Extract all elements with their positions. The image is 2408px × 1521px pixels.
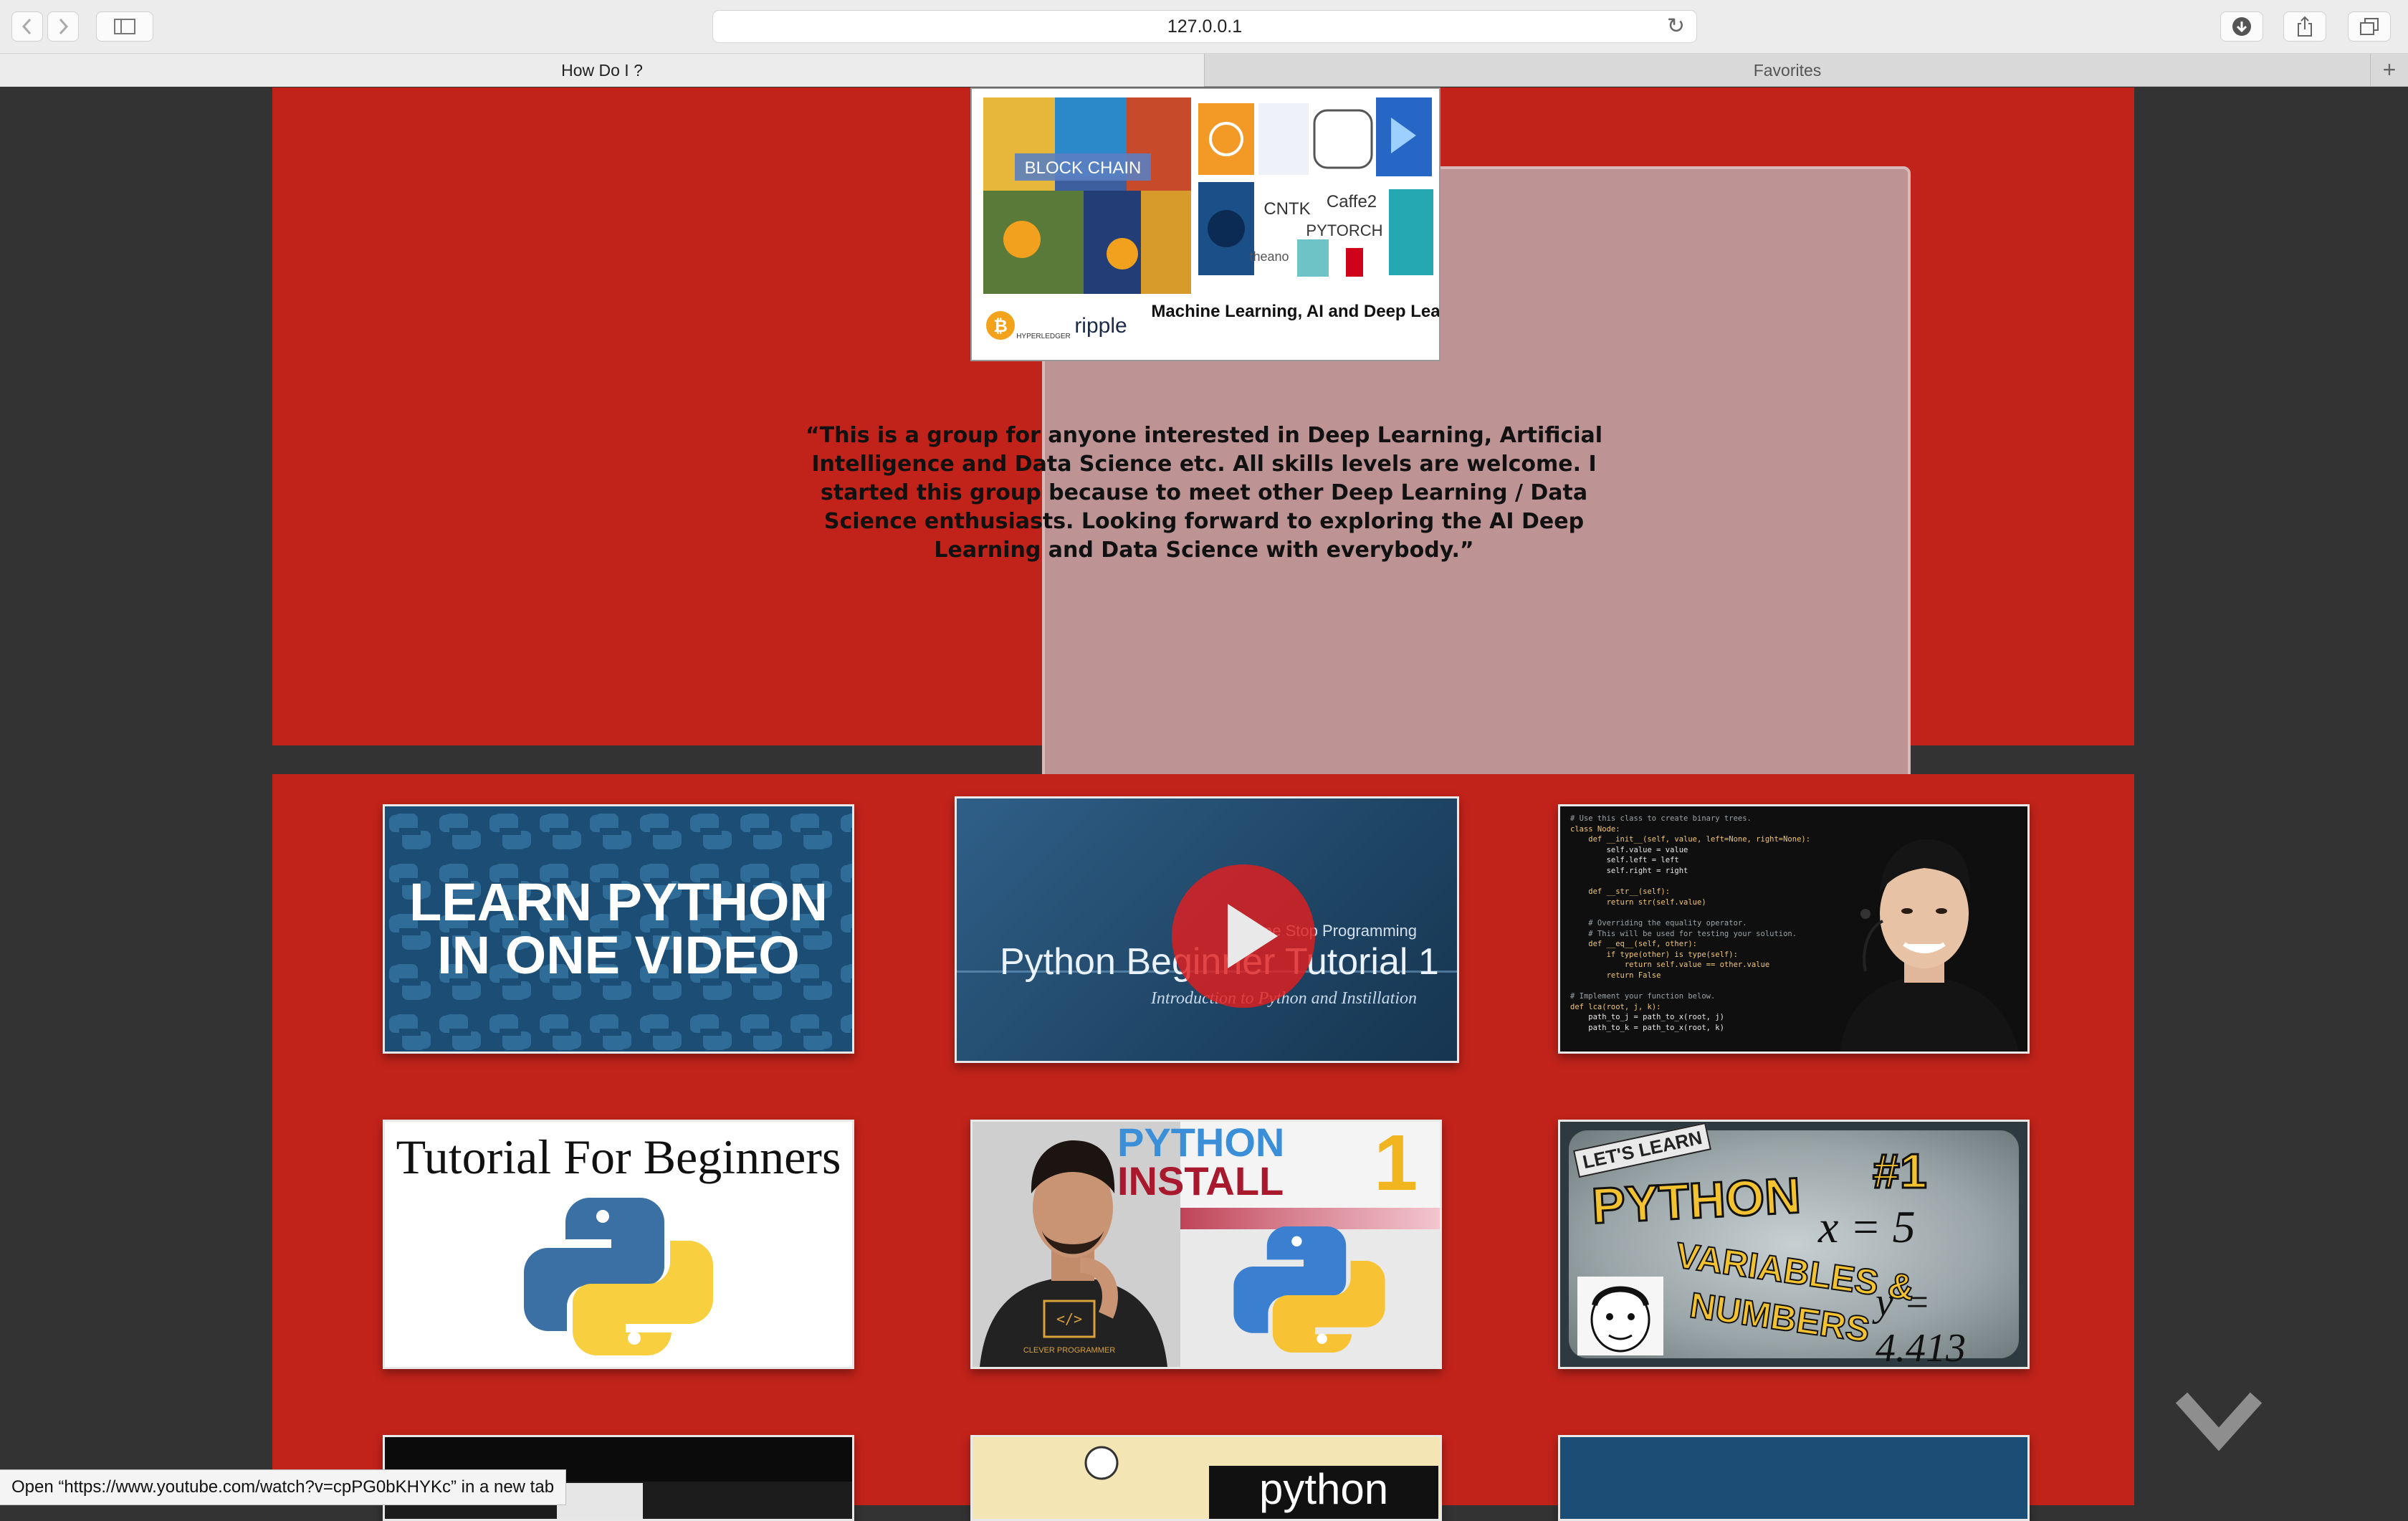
- python-logo-icon: [1233, 1226, 1385, 1353]
- tab-favorites[interactable]: Favorites: [1205, 54, 2370, 87]
- code-line: return str(self.value): [1570, 897, 1706, 907]
- collage-hyperledger-text: HYPERLEDGER: [1016, 333, 1071, 340]
- video-title-line2: IN ONE VIDEO: [437, 925, 800, 985]
- collage-pytorch-text: PYTORCH: [1306, 221, 1382, 239]
- sidebar-icon: [114, 19, 135, 34]
- new-tab-button[interactable]: +: [2370, 54, 2408, 87]
- video-thumbnail[interactable]: Tutorial For Beginners: [383, 1120, 854, 1369]
- collage-cntk-text: CNTK: [1263, 199, 1310, 219]
- group-collage: BLOCK CHAIN ₿ HYPERLEDGER ripple CNTK Ca…: [972, 89, 1439, 360]
- browser-toolbar: 127.0.0.1 ↻: [0, 0, 2408, 54]
- video-thumbnail[interactable]: LET'S LEARN PYTHON #1 x = 5 y = 4.413 VA…: [1558, 1120, 2030, 1369]
- video-title: Tutorial For Beginners: [396, 1130, 841, 1184]
- code-line: path_to_j = path_to_x(root, j): [1570, 1013, 1724, 1022]
- video-title: python: [1259, 1465, 1389, 1513]
- video-thumbnail[interactable]: Python Beginner Tutorial 1 Introduction …: [955, 796, 1459, 1063]
- code-line: # Implement your function below.: [1570, 992, 1716, 1001]
- code-line: # Overriding the equality operator.: [1570, 918, 1747, 928]
- code-line: def __str__(self):: [1570, 887, 1671, 897]
- video-number: 1: [1374, 1120, 1418, 1207]
- presenter-image: [1840, 839, 2019, 1052]
- svg-text:₿: ₿: [993, 317, 1008, 336]
- collage-theano-text: theano: [1249, 249, 1289, 264]
- code-line: # Use this class to create binary trees.: [1570, 814, 1752, 823]
- tabs-overview-button[interactable]: [2348, 11, 2391, 42]
- code-line: def __init__(self, value, left=None, rig…: [1570, 835, 1811, 844]
- video-title: PYTHON: [1590, 1166, 1803, 1235]
- video-thumbnail[interactable]: [1558, 1435, 2030, 1521]
- code-block: # Use this class to create binary trees.…: [1570, 814, 1843, 1033]
- collage-ripple-text: ripple: [1074, 314, 1127, 338]
- code-line: def lca(root, j, k):: [1570, 1002, 1661, 1011]
- link-status-bar: Open “https://www.youtube.com/watch?v=cp…: [0, 1469, 567, 1505]
- play-button[interactable]: [1172, 864, 1315, 1008]
- code-lines: # Use this class to create binary trees.…: [1570, 814, 1843, 1033]
- tab-label: How Do I ?: [561, 61, 643, 80]
- cartoon-face-icon: [1577, 1277, 1663, 1355]
- share-icon: [2298, 16, 2312, 37]
- collage-caffe-text: Caffe2: [1327, 192, 1377, 211]
- tab-bar: How Do I ? Favorites +: [0, 54, 2408, 87]
- download-icon: [2232, 17, 2251, 36]
- video-thumbnail[interactable]: LEARN PYTHON IN ONE VIDEO: [383, 804, 854, 1054]
- mascot-icon: [1084, 1446, 1119, 1480]
- chevron-right-icon: [59, 18, 69, 35]
- chevron-down-icon: [2175, 1392, 2263, 1451]
- reload-icon[interactable]: ↻: [1667, 11, 1685, 42]
- math-line1: x = 5: [1818, 1201, 1916, 1252]
- code-line: path_to_k = path_to_x(root, k): [1570, 1023, 1724, 1032]
- video-number: #1: [1872, 1143, 1929, 1200]
- share-button[interactable]: [2283, 11, 2326, 42]
- back-button[interactable]: [11, 11, 43, 42]
- chevron-left-icon: [22, 18, 32, 35]
- address-bar[interactable]: 127.0.0.1 ↻: [712, 10, 1697, 43]
- video-thumbnail[interactable]: # Use this class to create binary trees.…: [1558, 804, 2030, 1054]
- video-thumbnail[interactable]: python: [970, 1435, 1442, 1521]
- video-thumbnail[interactable]: </> CLEVER PROGRAMMER PYTHON INSTALL 1: [970, 1120, 1442, 1369]
- code-line: self.value = value: [1570, 845, 1688, 854]
- svg-text:</>: </>: [1056, 1310, 1082, 1327]
- tab-label: Favorites: [1753, 61, 1822, 80]
- tabs-overview-icon: [2360, 18, 2379, 35]
- code-line: self.right = right: [1570, 866, 1688, 875]
- forward-button[interactable]: [47, 11, 79, 42]
- sidebar-button[interactable]: [96, 11, 153, 42]
- shirt-text: CLEVER PROGRAMMER: [1023, 1346, 1115, 1355]
- play-icon: [1228, 904, 1278, 968]
- group-image: BLOCK CHAIN ₿ HYPERLEDGER ripple CNTK Ca…: [970, 87, 1440, 361]
- tab-how-do-i[interactable]: How Do I ?: [0, 54, 1205, 87]
- code-line: self.left = left: [1570, 856, 1679, 865]
- scroll-down-button[interactable]: [2174, 1391, 2263, 1454]
- status-text: Open “https://www.youtube.com/watch?v=cp…: [11, 1477, 555, 1497]
- python-logo-icon: [524, 1198, 713, 1355]
- code-line: # This will be used for testing your sol…: [1570, 929, 1797, 938]
- video-title-line1: LEARN PYTHON: [409, 872, 828, 932]
- code-line: return self.value == other.value: [1570, 960, 1770, 970]
- collage-blockchain-text: BLOCK CHAIN: [1025, 158, 1142, 178]
- code-line: def __eq__(self, other):: [1570, 940, 1698, 949]
- downloads-button[interactable]: [2220, 11, 2263, 42]
- video-title-line2: INSTALL: [1117, 1158, 1284, 1203]
- code-line: if type(other) is type(self):: [1570, 950, 1738, 959]
- code-line: return False: [1570, 971, 1661, 980]
- url-text: 127.0.0.1: [1167, 16, 1243, 37]
- code-line: class Node:: [1570, 824, 1620, 834]
- group-description: “This is a group for anyone interested i…: [805, 423, 1603, 563]
- collage-ml-text: Machine Learning, AI and Deep Learning: [1151, 302, 1439, 321]
